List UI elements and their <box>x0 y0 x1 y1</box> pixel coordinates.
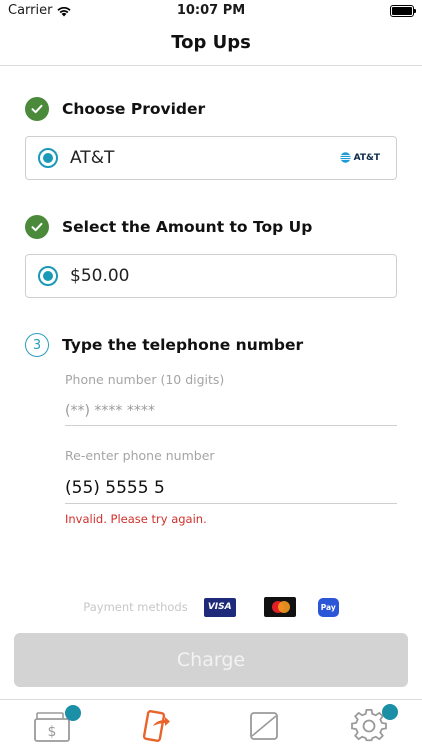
phone-number-input[interactable] <box>65 396 397 426</box>
amount-option-card[interactable]: $50.00 <box>25 254 397 298</box>
step-label: Select the Amount to Top Up <box>62 218 313 236</box>
globe-icon <box>339 152 351 163</box>
battery-icon <box>390 5 416 17</box>
step-label: Type the telephone number <box>62 336 304 354</box>
step-label: Choose Provider <box>62 100 206 118</box>
tab-wallet[interactable]: $ <box>28 705 81 746</box>
payment-methods-label: Payment methods <box>83 600 188 614</box>
radio-selected[interactable] <box>38 148 58 168</box>
step-telephone-number: 3 Type the telephone number <box>25 333 303 357</box>
radio-selected[interactable] <box>38 266 58 286</box>
page-title: Top Ups <box>171 32 251 53</box>
visa-icon: VISA <box>203 597 236 617</box>
phone-topup-icon <box>142 710 170 742</box>
tab-settings[interactable] <box>344 704 398 746</box>
pay-icon: Pay <box>317 597 339 617</box>
check-icon <box>25 215 49 239</box>
status-bar: Carrier 10:07 PM <box>0 0 422 22</box>
tab-topup[interactable] <box>131 706 181 746</box>
att-logo-text: AT&T <box>353 152 380 163</box>
att-logo: AT&T <box>339 152 380 163</box>
card-icon <box>250 712 278 740</box>
tab-bar: $ <box>0 699 422 750</box>
reenter-phone-input[interactable] <box>65 472 397 504</box>
amount-value: $50.00 <box>70 266 130 286</box>
payment-methods: Payment methods VISA Pay <box>0 596 422 618</box>
error-message: Invalid. Please try again. <box>65 512 207 526</box>
provider-option-card[interactable]: AT&T AT&T <box>25 136 397 180</box>
clock: 10:07 PM <box>176 3 246 18</box>
step-number-badge: 3 <box>25 333 49 357</box>
svg-text:$: $ <box>48 724 57 740</box>
navigation-bar: Top Ups <box>0 22 422 66</box>
step-choose-provider: Choose Provider <box>25 97 205 121</box>
reenter-phone-label: Re-enter phone number <box>65 448 215 463</box>
provider-name: AT&T <box>70 148 115 168</box>
step-select-amount: Select the Amount to Top Up <box>25 215 312 239</box>
phone-number-label: Phone number (10 digits) <box>65 372 225 387</box>
tab-card[interactable] <box>239 706 289 746</box>
charge-button[interactable]: Charge <box>14 633 408 687</box>
notification-badge <box>382 704 398 720</box>
mastercard-icon <box>263 597 296 617</box>
check-icon <box>25 97 49 121</box>
notification-badge <box>65 705 81 721</box>
